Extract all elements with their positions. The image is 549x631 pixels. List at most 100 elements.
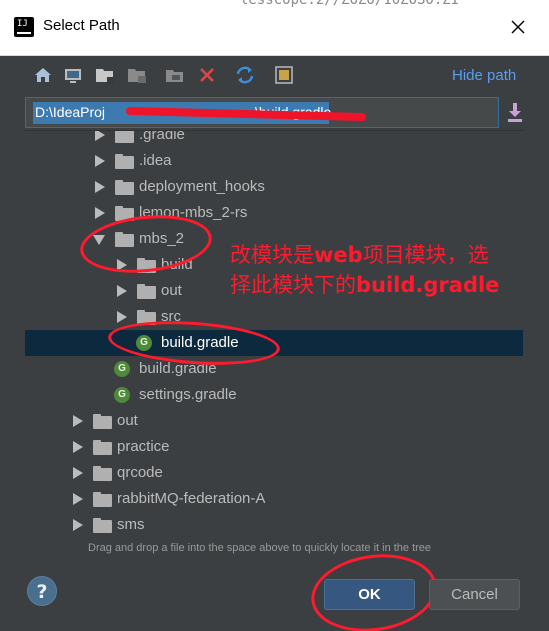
path-value: D:\IdeaProj [35,104,106,120]
home-button[interactable] [32,64,54,86]
tree-row-label: src [161,308,181,325]
tree-row-label: out [117,412,138,429]
tree-row[interactable]: .idea [25,148,523,174]
annotation-line1-prefix: 改模块是 [230,243,314,267]
folder-icon [93,414,112,429]
folder-icon [115,131,134,143]
annotation-file: build.gradle [356,273,500,297]
chevron-right-icon[interactable] [95,131,105,141]
module-folder-button[interactable] [126,64,148,86]
select-path-dialog: lesscope.2//ZOZO/10ZOSO.ZI IJ Select Pat… [0,0,549,631]
tree-row[interactable]: Gbuild.gradle [25,356,523,382]
gradle-file-icon: G [114,387,130,403]
folder-icon [137,310,156,325]
project-folder-icon [96,69,114,84]
background-editor-text: lesscope.2//ZOZO/10ZOSO.ZI [240,0,460,8]
tree-row[interactable]: practice [25,434,523,460]
chevron-right-icon[interactable] [73,441,83,453]
tree-row-label: sms [117,516,145,533]
tree-row[interactable]: deployment_hooks [25,174,523,200]
module-folder-icon [128,69,146,83]
intellij-app-icon: IJ [14,17,34,37]
title-bar: lesscope.2//ZOZO/10ZOSO.ZI IJ Select Pat… [0,0,549,56]
tree-row-label: .gradle [139,130,185,143]
window-title: Select Path [43,17,120,34]
show-hidden-icon [275,66,293,84]
chevron-right-icon[interactable] [117,311,127,323]
chevron-right-icon[interactable] [95,207,105,219]
path-input[interactable]: D:\IdeaProj\build.gradle [25,97,499,128]
folder-icon [137,258,156,273]
drag-drop-hint: Drag and drop a file into the space abov… [88,542,432,554]
tree-row[interactable]: rabbitMQ-federation-A [25,486,523,512]
folder-icon [93,518,112,533]
chevron-right-icon[interactable] [117,285,127,297]
tree-row-label: mbs_2 [139,230,185,247]
tree-row-label: lemon-mbs_2-rs [139,204,248,221]
show-hidden-button[interactable] [273,64,295,86]
help-button[interactable]: ? [27,576,57,606]
cancel-button[interactable]: Cancel [429,579,520,610]
file-tree[interactable]: .gradle .idea deployment_hooks lemon-mbs_2-… [25,130,523,539]
tree-row[interactable]: out [25,408,523,434]
tree-row-label: out [161,282,182,299]
annotation-text: 改模块是web项目模块，选 择此模块下的build.gradle [230,240,530,300]
gradle-file-icon: G [136,335,152,351]
chevron-right-icon[interactable] [73,467,83,479]
chevron-right-icon[interactable] [95,155,105,167]
home-icon [35,68,51,82]
tree-row[interactable]: Gbuild.gradle [25,330,523,356]
toolbar: Hide path [0,58,549,94]
tree-row[interactable]: .gradle [25,130,523,148]
annotation-line2-prefix: 择此模块下的 [230,273,356,297]
folder-icon [93,492,112,507]
annotation-web: web [314,243,363,267]
chevron-right-icon[interactable] [73,519,83,531]
folder-icon [93,466,112,481]
tree-row[interactable]: src [25,304,523,330]
chevron-down-icon[interactable] [93,235,105,245]
tree-row-label: rabbitMQ-federation-A [117,490,266,507]
tree-row[interactable]: sms [25,512,523,538]
hide-path-link[interactable]: Hide path [452,67,516,84]
gradle-file-icon: G [114,361,130,377]
desktop-icon [65,69,81,83]
app-icon-label: IJ [17,19,28,29]
ok-button[interactable]: OK [324,579,415,610]
tree-row-label: qrcode [117,464,163,481]
chevron-right-icon[interactable] [73,493,83,505]
project-folder-button[interactable] [94,64,116,86]
folder-icon [115,232,134,247]
tree-row-label: settings.gradle [139,386,237,403]
new-folder-icon [166,70,183,82]
download-icon [508,103,522,122]
tree-row-label: build [161,256,193,273]
chevron-right-icon[interactable] [73,415,83,427]
tree-row[interactable]: lemon-mbs_2-rs [25,200,523,226]
path-history-button[interactable] [505,101,525,125]
delete-button[interactable] [196,64,218,86]
tree-row[interactable]: qrcode [25,460,523,486]
tree-row-label: deployment_hooks [139,178,265,195]
tree-row[interactable]: Gsettings.gradle [25,382,523,408]
tree-row-label: .idea [139,152,172,169]
folder-icon [115,154,134,169]
tree-row-label: build.gradle [161,334,239,351]
close-icon [511,20,525,34]
new-folder-button[interactable] [164,64,186,86]
tree-row-label: practice [117,438,170,455]
folder-icon [115,206,134,221]
refresh-icon [236,66,254,84]
tree-row-label: build.gradle [139,360,217,377]
folder-icon [115,180,134,195]
refresh-button[interactable] [234,64,256,86]
annotation-line1-suffix: 项目模块，选 [362,243,489,267]
annotation-line-2: 择此模块下的build.gradle [230,270,530,300]
chevron-right-icon[interactable] [95,181,105,193]
folder-icon [93,440,112,455]
chevron-right-icon[interactable] [117,259,127,271]
desktop-button[interactable] [62,64,84,86]
folder-icon [137,284,156,299]
close-button[interactable] [498,10,538,44]
annotation-line-1: 改模块是web项目模块，选 [230,240,530,270]
